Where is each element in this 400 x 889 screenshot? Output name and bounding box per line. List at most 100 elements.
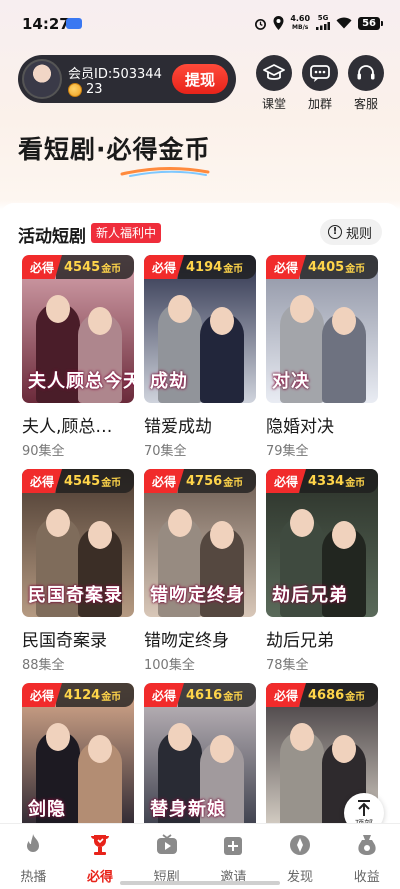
drama-poster[interactable]: 剑隐 必得 4124 金币 (22, 683, 134, 831)
drama-episodes: 90集全 (22, 444, 65, 459)
battery-icon: 56 (358, 16, 383, 30)
rules-button[interactable]: ! 规则 (319, 219, 382, 245)
reward-pill: 必得 4686 金币 (266, 683, 378, 709)
poster-figure-head (290, 509, 314, 537)
newbie-welfare-badge: 新人福利中 (91, 223, 162, 243)
nav-item-4[interactable]: 发现 (267, 824, 334, 889)
info-icon: ! (327, 225, 342, 239)
poster-title: 剑隐 (28, 799, 66, 820)
wifi-icon (336, 17, 352, 29)
poster-figure-head (88, 307, 112, 335)
drama-name: 隐婚对决 (266, 417, 334, 437)
poster-figure-head (290, 723, 314, 751)
drama-name: 错爱成劫 (144, 417, 212, 437)
drama-name: 夫人,顾总… (22, 417, 113, 437)
poster-title: 对决 (272, 371, 310, 392)
drama-poster[interactable]: 民国奇案录 必得 4545 金币 (22, 469, 134, 617)
drama-card[interactable]: 剑隐 必得 4124 金币 (22, 683, 134, 843)
drama-name: 劫后兄弟 (266, 631, 334, 651)
avatar[interactable] (22, 59, 62, 99)
member-card[interactable]: 会员ID:503344 23 提现 (18, 55, 236, 103)
chat-group-icon (302, 55, 338, 91)
drama-poster[interactable]: 错吻定终身 必得 4756 金币 (144, 469, 256, 617)
reward-coins: 4124 金币 (56, 683, 134, 707)
net-speed: 4.60 MB/s (290, 13, 311, 31)
nav-label: 收益 (353, 870, 380, 885)
poster-title: 夫人顾总今天又吃醋了 (28, 371, 134, 392)
withdraw-button[interactable]: 提现 (172, 64, 228, 94)
member-id: 会员ID:503344 (68, 67, 162, 82)
compass-icon (290, 835, 311, 855)
section-title: 活动短剧 (18, 227, 86, 247)
poster-title: 民国奇案录 (28, 585, 123, 606)
poster-figure-head (210, 307, 234, 335)
join-group-button[interactable]: 加群 (302, 55, 338, 112)
reward-coins: 4405 金币 (300, 255, 378, 279)
tv-play-icon (156, 834, 177, 854)
nav-item-3[interactable]: 邀请 (200, 824, 267, 889)
drama-card[interactable]: 劫后兄弟 必得 4334 金币 劫后兄弟 78集全 (266, 469, 378, 673)
customer-service-label: 客服 (353, 97, 378, 111)
reward-coins: 4686 金币 (300, 683, 378, 707)
classroom-button[interactable]: 课堂 (256, 55, 292, 112)
customer-service-button[interactable]: 客服 (348, 55, 384, 112)
drama-episodes: 88集全 (22, 658, 65, 673)
headset-icon (348, 55, 384, 91)
nav-item-2[interactable]: 短剧 (133, 824, 200, 889)
poster-figure-head (210, 521, 234, 549)
reward-coins: 4545 金币 (56, 469, 134, 493)
reward-pill: 必得 4194 金币 (144, 255, 256, 281)
reward-coins: 4545 金币 (56, 255, 134, 279)
reward-pill: 必得 4756 金币 (144, 469, 256, 495)
status-time: 14:27 (22, 15, 70, 33)
coin-count: 23 (86, 82, 103, 97)
banner-title: 看短剧·必得金币 (18, 135, 211, 164)
drama-poster[interactable]: 夫人顾总今天又吃醋了 必得 4545金币 (22, 255, 134, 403)
home-indicator (120, 881, 280, 885)
drama-card[interactable]: 对决 必得 4405 金币 隐婚对决 79集全 (266, 255, 378, 459)
drama-card[interactable]: 民国奇案录 必得 4545 金币 民国奇案录 88集全 (22, 469, 134, 673)
drama-card[interactable]: 夫人顾总今天又吃醋了 必得 4545金币 夫人,顾总… 90集全 (22, 255, 134, 459)
poster-figure-head (46, 295, 70, 323)
poster-figure-head (46, 723, 70, 751)
drama-poster[interactable]: 对决 必得 4405 金币 (266, 255, 378, 403)
reward-pill: 必得 4124 金币 (22, 683, 134, 709)
banner-swoosh-decoration (120, 166, 210, 177)
nav-item-5[interactable]: 收益 (333, 824, 400, 889)
poster-title: 错吻定终身 (150, 585, 245, 606)
poster-figure-head (168, 723, 192, 751)
flame-icon (27, 834, 40, 852)
poster-title: 成劫 (150, 371, 188, 392)
signal-icon: 5G (316, 14, 331, 32)
poster-figure-head (168, 509, 192, 537)
drama-episodes: 100集全 (144, 658, 195, 673)
top-actions: 课堂 加群 客服 (256, 55, 384, 112)
reward-coins: 4756 金币 (178, 469, 256, 493)
bottom-nav: 热播 必得 短剧 邀请 发现 收益 (0, 823, 400, 889)
drama-card[interactable]: 成劫 必得 4194 金币 错爱成劫 70集全 (144, 255, 256, 459)
drama-poster[interactable]: 劫后兄弟 必得 4334 金币 (266, 469, 378, 617)
status-bar: 14:27 4.60 MB/s 5G 56 (0, 0, 400, 44)
poster-title: 替身新娘 (150, 799, 226, 820)
trophy-icon (91, 835, 109, 855)
reward-pill: 必得 4334 金币 (266, 469, 378, 495)
drama-episodes: 70集全 (144, 444, 187, 459)
app-notification-icon (66, 18, 82, 29)
poster-figure-head (210, 735, 234, 763)
classroom-label: 课堂 (261, 97, 286, 111)
location-icon (273, 16, 284, 30)
nav-item-0[interactable]: 热播 (0, 824, 67, 889)
drama-poster[interactable]: 成劫 必得 4194 金币 (144, 255, 256, 403)
drama-card[interactable]: 替身新娘 必得 4616 金币 (144, 683, 256, 843)
drama-name: 民国奇案录 (22, 631, 107, 651)
drama-poster[interactable]: 替身新娘 必得 4616 金币 (144, 683, 256, 831)
drama-card[interactable]: 错吻定终身 必得 4756 金币 错吻定终身 100集全 (144, 469, 256, 673)
rules-label: 规则 (345, 226, 372, 242)
coin-icon (68, 82, 82, 97)
nav-item-1[interactable]: 必得 (67, 824, 134, 889)
drama-panel: 活动短剧 新人福利中 ! 规则 夫人顾总今天又吃醋了 必得 4545金币 夫人,… (0, 203, 400, 831)
arrow-up-icon (358, 800, 370, 816)
reward-coins: 4194 金币 (178, 255, 256, 279)
poster-figure-head (88, 521, 112, 549)
reward-pill: 必得 4405 金币 (266, 255, 378, 281)
